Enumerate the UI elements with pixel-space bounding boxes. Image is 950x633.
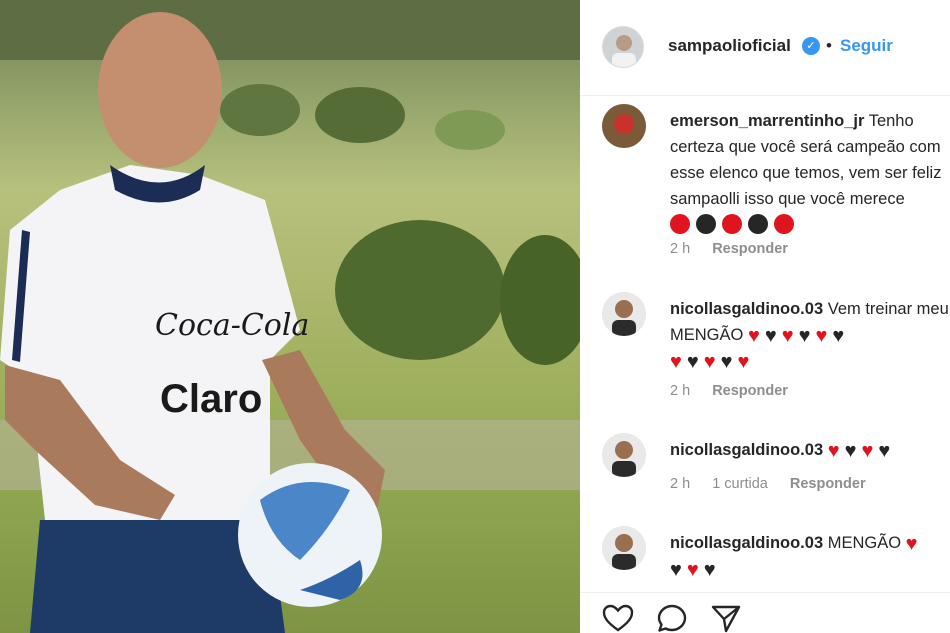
verified-badge-icon: ✓ [802,37,820,55]
black-heart-emoji: ♥ [764,325,777,347]
red-heart-emoji: ♥ [747,325,760,347]
red-heart-emoji: ♥ [686,559,699,581]
red-heart-emoji: ♥ [815,325,828,347]
red-circle-emoji [670,214,690,234]
comment-likes[interactable]: 1 curtida [712,476,768,492]
comment-meta: 2 h 1 curtida Responder [670,476,884,492]
red-heart-emoji: ♥ [781,325,794,347]
red-heart-emoji: ♥ [827,440,840,462]
black-heart-emoji: ♥ [844,440,857,462]
black-circle-emoji [696,214,716,234]
commenter-avatar[interactable] [602,433,646,477]
comment-emoji-row: ♥ ♥ ♥ ♥ ♥ ♥ [748,322,849,348]
comment-emoji-row: ♥ ♥ ♥ [670,556,721,582]
heart-icon[interactable] [602,603,634,633]
comment-emoji-row: ♥ ♥ ♥ ♥ ♥ [670,348,754,374]
post-action-bar [580,592,950,633]
red-circle-emoji [774,214,794,234]
commenter-avatar[interactable] [602,526,646,570]
comment-emoji-row: ♥ [906,530,923,556]
header-separator: • [826,36,832,55]
black-heart-emoji: ♥ [720,351,733,373]
comment-icon[interactable] [656,603,688,633]
comment-text-block: emerson_marrentinho_jr Tenho certeza que… [670,108,950,238]
author-avatar[interactable] [602,26,644,68]
red-heart-emoji: ♥ [670,351,682,373]
post-photo: Coca-Cola Claro [0,0,580,633]
comment-username[interactable]: nicollasgaldinoo.03 [670,534,823,552]
comment-username[interactable]: emerson_marrentinho_jr [670,112,864,130]
comment-emoji-row: ♥ ♥ ♥ ♥ [828,437,896,463]
reply-button[interactable]: Responder [712,383,788,399]
red-heart-emoji: ♥ [905,533,918,555]
black-heart-emoji: ♥ [832,325,845,347]
instagram-post-screen: Coca-Cola Claro sampaolioficial ✓ • Segu… [0,0,950,633]
comment-time: 2 h [670,383,691,399]
black-heart-emoji: ♥ [798,325,811,347]
red-heart-emoji: ♥ [737,351,750,373]
comment-meta: 2 h Responder [670,241,806,257]
comment-meta: 2 h Responder [670,383,806,399]
comment-time: 2 h [670,241,691,257]
black-circle-emoji [748,214,768,234]
black-heart-emoji: ♥ [878,440,891,462]
share-icon[interactable] [710,603,742,633]
comments-panel: sampaolioficial ✓ • Seguir emerson_marre… [580,0,950,633]
post-header: sampaolioficial ✓ • Seguir [580,0,950,96]
shirt-sponsor-text: Coca-Cola [155,308,309,343]
comment-text-block: nicollasgaldinoo.03 MENGÃO ♥ ♥ ♥ ♥ [670,530,950,582]
photo-illustration: Coca-Cola Claro [0,0,580,633]
comment-username[interactable]: nicollasgaldinoo.03 [670,300,823,318]
comment-text-block: nicollasgaldinoo.03 ♥ ♥ ♥ ♥ [670,437,950,463]
shirt-sponsor2-text: Claro [160,377,262,421]
black-heart-emoji: ♥ [703,559,716,581]
comment-text-block: nicollasgaldinoo.03 Vem treinar meu MENG… [670,296,950,374]
comment-time: 2 h [670,476,691,492]
reply-button[interactable]: Responder [712,241,788,257]
commenter-avatar[interactable] [602,104,646,148]
follow-button[interactable]: Seguir [840,36,893,56]
black-heart-emoji: ♥ [670,559,682,581]
reply-button[interactable]: Responder [790,476,866,492]
comment-username[interactable]: nicollasgaldinoo.03 [670,441,823,459]
red-heart-emoji: ♥ [861,440,874,462]
black-heart-emoji: ♥ [686,351,699,373]
commenter-avatar[interactable] [602,292,646,336]
comment-emoji-row [670,212,800,238]
red-heart-emoji: ♥ [703,351,716,373]
red-circle-emoji [722,214,742,234]
comment-text: MENGÃO [827,534,902,552]
author-username[interactable]: sampaolioficial [668,36,791,56]
